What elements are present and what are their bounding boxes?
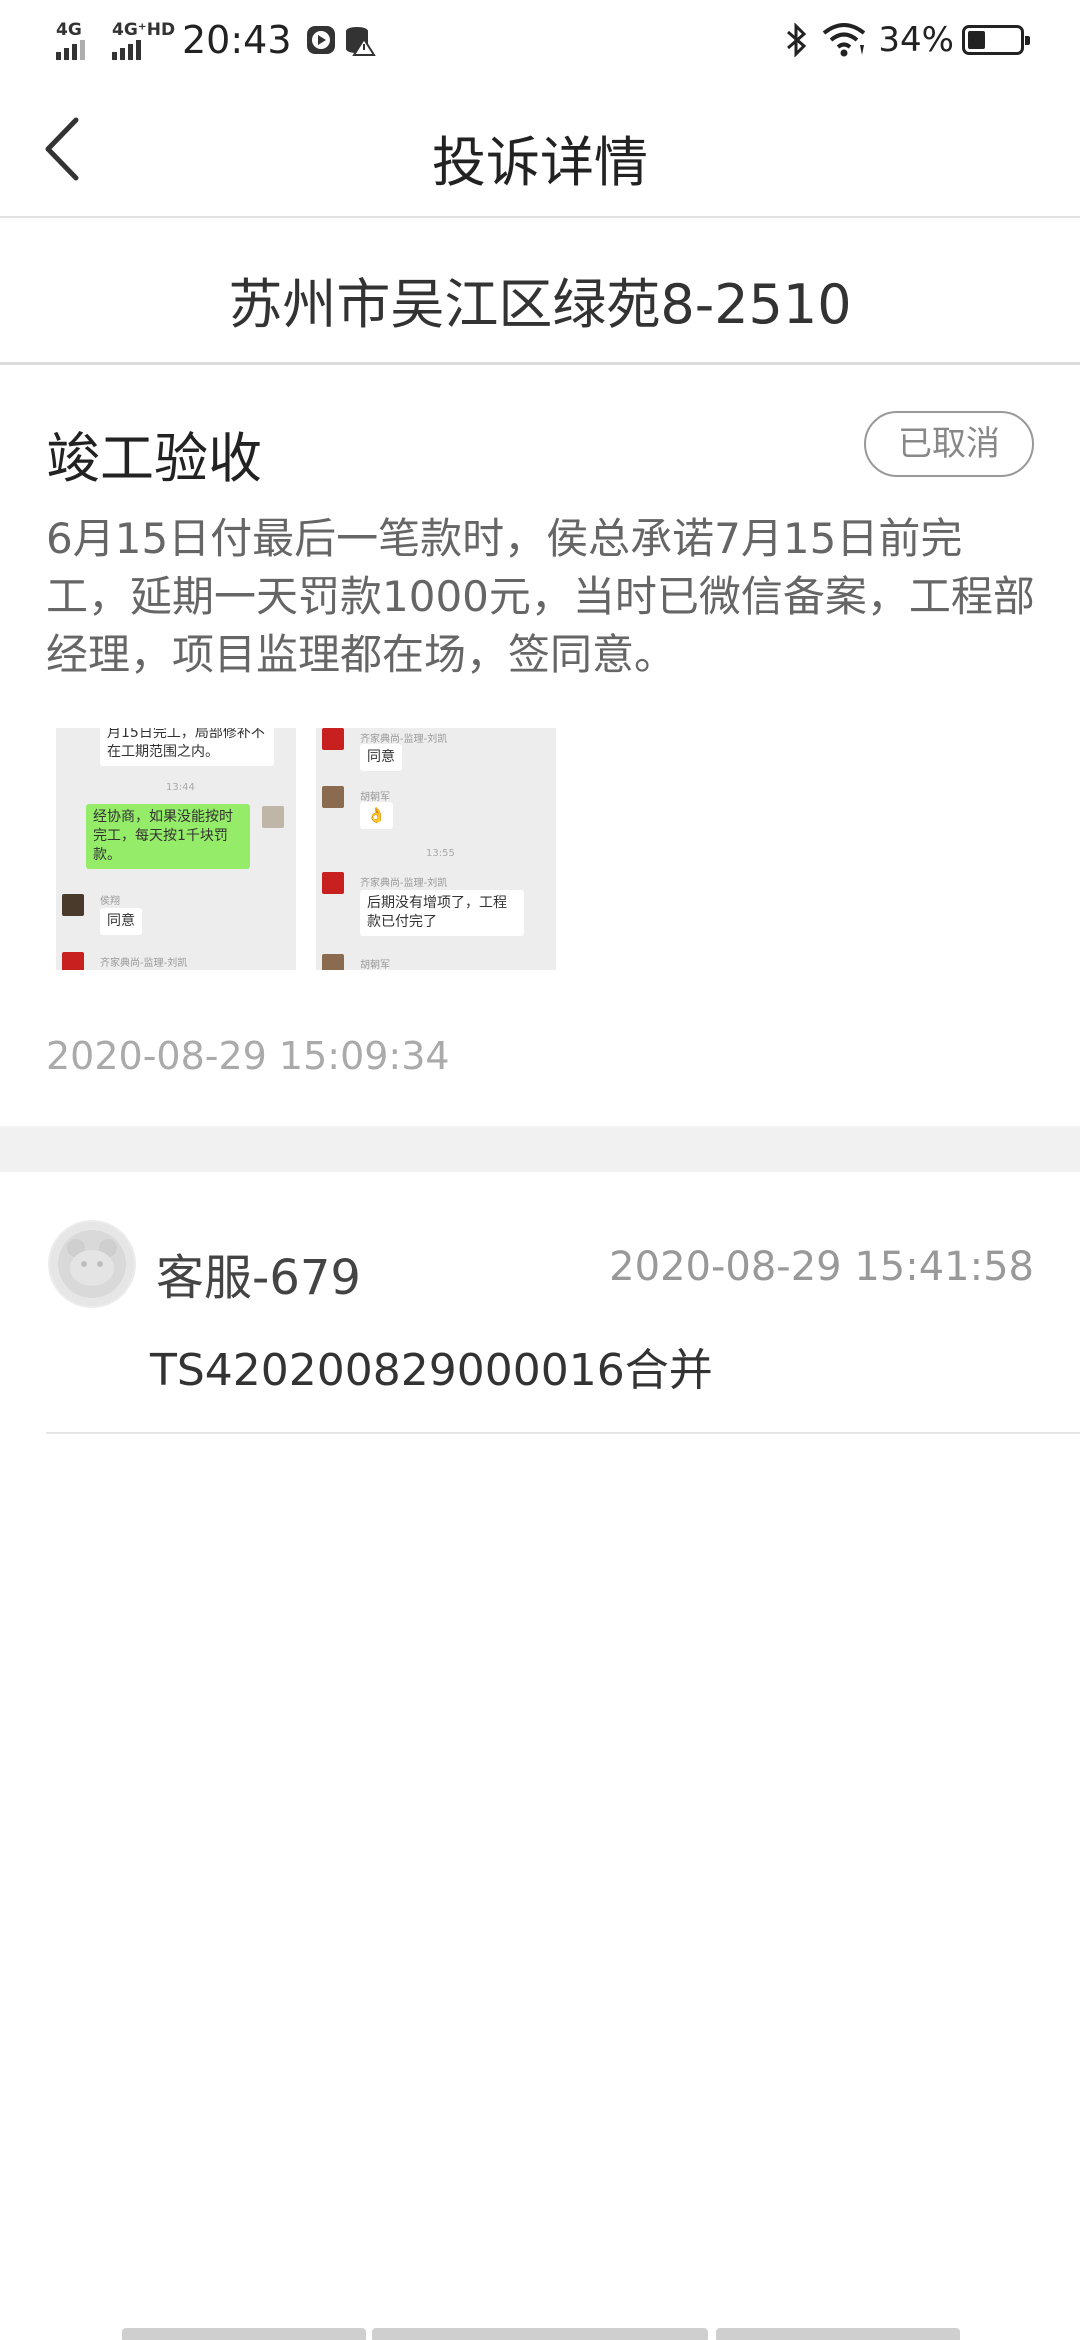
complaint-description: 6月15日付最后一笔款时，侯总承诺7月15日前完工，延期一天罚款1000元，当时… (46, 514, 1035, 679)
complaint-timestamp: 2020-08-29 15:09:34 (46, 1034, 450, 1078)
status-badge: 已取消 (864, 411, 1034, 477)
reply-timestamp: 2020-08-29 15:41:58 (609, 1244, 1034, 1290)
chat-emoji: 👌 (360, 802, 393, 829)
chat-message: 同意 (100, 908, 142, 935)
chat-avatar (322, 954, 344, 970)
chat-sender-name: 齐家典尚-监理-刘凯 (360, 878, 448, 889)
customer-service-avatar-icon (58, 1230, 126, 1298)
section-divider (0, 1126, 1080, 1172)
chat-message: 后期没有增项了，工程款已付完了 (360, 890, 524, 936)
network-label-2: 4G⁺HD (112, 20, 176, 40)
wifi-icon (823, 23, 866, 57)
chat-sender-name: 侯翔 (100, 896, 120, 907)
navigation-bar: 投诉详情 (0, 82, 1080, 218)
chat-avatar (322, 728, 344, 750)
complaint-category: 竣工验收 (46, 427, 262, 490)
attachment-image-2[interactable]: 齐家典尚-监理-刘凯 同意 胡朝军 👌 13:55 齐家典尚-监理-刘凯 后期没… (316, 728, 556, 970)
battery-percent: 34% (878, 20, 954, 60)
bluetooth-icon (787, 22, 807, 58)
divider (46, 1432, 1080, 1434)
chat-avatar (62, 894, 84, 916)
page-title: 投诉详情 (432, 131, 648, 194)
address-text: 苏州市吴江区绿苑8-2510 (228, 273, 852, 336)
chat-sender-name: 齐家典尚-监理-刘凯 (100, 958, 188, 969)
network-label-1: 4G (56, 20, 82, 40)
signal-icon-2: 4G⁺HD (112, 20, 175, 60)
data-warning-icon (345, 27, 376, 56)
media-play-icon (306, 26, 335, 54)
clock: 20:43 (182, 18, 292, 62)
bottom-indicator (122, 2328, 366, 2340)
battery-fill (968, 31, 985, 49)
chat-timestamp: 13:44 (166, 782, 195, 793)
chat-sender-name: 胡朝军 (360, 960, 390, 970)
chat-message: 月15日完工，局部修补不在工期范围之内。 (100, 728, 274, 766)
chat-message: 同意 (360, 744, 402, 771)
chat-avatar (322, 786, 344, 808)
status-right: 34% (782, 20, 1030, 60)
attachment-images: 月15日完工，局部修补不在工期范围之内。 13:44 经协商，如果没能按时完工，… (56, 728, 556, 970)
reply-author: 客服-679 (156, 1250, 361, 1306)
chat-avatar (62, 952, 84, 970)
chat-message-green: 经协商，如果没能按时完工，每天按1千块罚款。 (86, 804, 250, 869)
avatar (48, 1220, 136, 1308)
battery-icon (962, 25, 1030, 55)
chat-timestamp: 13:55 (426, 848, 455, 859)
bottom-indicator (716, 2328, 960, 2340)
chat-avatar (322, 872, 344, 894)
status-left: 4G 4G⁺HD 20:43 (56, 18, 376, 62)
attachment-image-1[interactable]: 月15日完工，局部修补不在工期范围之内。 13:44 经协商，如果没能按时完工，… (56, 728, 296, 970)
chat-sender-name: 齐家典尚-监理-刘凯 (360, 734, 448, 745)
reply-text: TS420200829000016合并 (150, 1345, 713, 1396)
chat-avatar (262, 806, 284, 828)
address-header: 苏州市吴江区绿苑8-2510 (0, 218, 1080, 365)
chat-sender-name: 胡朝军 (360, 792, 390, 803)
bottom-indicator (372, 2328, 708, 2340)
signal-icon-1: 4G (56, 20, 104, 60)
status-bar: 4G 4G⁺HD 20:43 34% (0, 0, 1080, 82)
